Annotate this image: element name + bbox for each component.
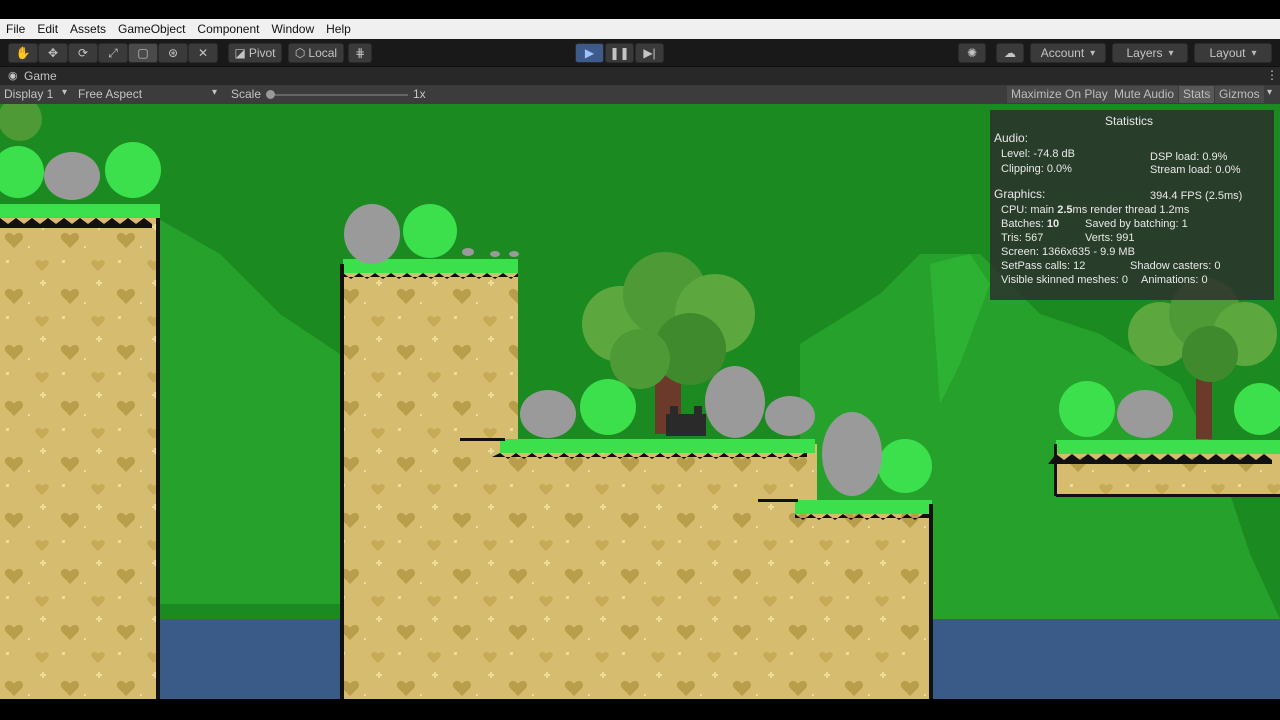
- tris-readout: Tris: 567: [1001, 232, 1044, 244]
- collab-button[interactable]: ✺: [958, 43, 986, 63]
- transform-icon: ⊛: [167, 46, 179, 60]
- menu-bar: File Edit Assets GameObject Component Wi…: [0, 19, 1280, 39]
- scale-tool-button[interactable]: ⤢: [98, 43, 128, 63]
- water-right: [932, 619, 1280, 699]
- transform-tool-button[interactable]: ⊛: [158, 43, 188, 63]
- screen-readout: Screen: 1366x635 - 9.9 MB: [1001, 246, 1135, 258]
- scale-icon: ⤢: [108, 46, 118, 60]
- pause-icon: ❚❚: [609, 46, 630, 60]
- scale-label: Scale: [231, 87, 262, 101]
- pivot-icon: ◪: [234, 46, 246, 60]
- dsp-load: DSP load: 0.9%: [1150, 151, 1228, 163]
- game-view-controls: Display 1 ▾ Free Aspect ▾ Scale 1x Maxim…: [0, 85, 1280, 104]
- account-label: Account: [1040, 46, 1085, 60]
- layout-dropdown[interactable]: Layout: [1194, 43, 1272, 63]
- layers-dropdown[interactable]: Layers: [1112, 43, 1188, 63]
- rotate-tool-button[interactable]: ⟳: [68, 43, 98, 63]
- bottom-bar: [0, 699, 1280, 720]
- play-button[interactable]: ▶: [575, 43, 604, 63]
- stream-load: Stream load: 0.0%: [1150, 164, 1241, 176]
- pivot-toggle[interactable]: ◪ Pivot: [228, 43, 282, 63]
- cpu-main-value: 2.5: [1057, 204, 1073, 216]
- graphics-header: Graphics:: [994, 187, 1046, 201]
- layers-label: Layers: [1126, 46, 1163, 60]
- scale-slider[interactable]: [266, 90, 408, 99]
- custom-tool-button[interactable]: ✕: [188, 43, 218, 63]
- hill-left: [150, 214, 340, 604]
- pause-button[interactable]: ❚❚: [605, 43, 634, 63]
- pivot-label: Pivot: [248, 46, 276, 60]
- saved-batching: Saved by batching: 1: [1085, 218, 1188, 230]
- local-label: Local: [308, 46, 338, 60]
- grid-icon: ⋕: [354, 46, 366, 60]
- unity-editor-window: File Edit Assets GameObject Component Wi…: [0, 0, 1280, 720]
- scale-value: 1x: [413, 87, 426, 101]
- aspect-chevron-icon: ▾: [212, 87, 218, 98]
- skinned-meshes: Visible skinned meshes: 0: [1001, 274, 1128, 286]
- cpu-prefix: CPU: main: [1001, 204, 1058, 216]
- audio-clipping: Clipping: 0.0%: [1001, 163, 1072, 175]
- mute-audio-toggle[interactable]: Mute Audio: [1110, 86, 1179, 103]
- menu-component[interactable]: Component: [197, 22, 259, 36]
- audio-header: Audio:: [994, 131, 1029, 145]
- shadow-casters: Shadow casters: 0: [1130, 260, 1221, 272]
- statistics-panel: Statistics Audio: Level: -74.8 dB Clippi…: [990, 110, 1274, 300]
- game-tab-icon: ◉: [8, 70, 18, 82]
- corner-tree: [0, 104, 42, 141]
- menu-gameobject[interactable]: GameObject: [118, 22, 185, 36]
- cpu-suffix: ms render thread 1.2ms: [1072, 204, 1190, 216]
- menu-file[interactable]: File: [6, 22, 25, 36]
- cube-icon: ⬡: [294, 46, 306, 60]
- water-left: [160, 619, 345, 699]
- aspect-dropdown[interactable]: Free Aspect: [78, 87, 142, 101]
- stats-title: Statistics: [1105, 114, 1154, 128]
- right-platform: [1048, 440, 1280, 497]
- move-icon: ✥: [47, 46, 59, 60]
- tab-menu-icon[interactable]: ⋮: [1266, 68, 1278, 82]
- audio-level: Level: -74.8 dB: [1001, 148, 1075, 160]
- batches-readout: Batches: 10: [1001, 218, 1059, 230]
- cloud-icon: ☁: [1004, 46, 1016, 60]
- scale-slider-handle[interactable]: [266, 90, 275, 99]
- batches-value: 10: [1046, 218, 1060, 230]
- hand-tool-button[interactable]: ✋: [8, 43, 38, 63]
- menu-assets[interactable]: Assets: [70, 22, 106, 36]
- display-dropdown[interactable]: Display 1: [4, 87, 53, 101]
- menu-help[interactable]: Help: [326, 22, 351, 36]
- main-toolbar: ✋ ✥ ⟳ ⤢ ▢ ⊛ ✕ ◪ Pivot ⬡ Local ⋕ ▶ ❚❚ ▶| ✺ …: [0, 39, 1280, 67]
- gizmos-chevron-icon[interactable]: ▾: [1267, 87, 1272, 98]
- account-dropdown[interactable]: Account: [1030, 43, 1106, 63]
- left-pillar: [0, 204, 160, 699]
- cloud-button[interactable]: ☁: [996, 43, 1024, 63]
- grid-snap-button[interactable]: ⋕: [348, 43, 372, 63]
- stats-toggle[interactable]: Stats: [1179, 86, 1215, 103]
- step-button[interactable]: ▶|: [635, 43, 664, 63]
- verts-readout: Verts: 991: [1085, 232, 1135, 244]
- layout-label: Layout: [1209, 46, 1246, 60]
- game-tab[interactable]: Game: [24, 69, 57, 83]
- gizmos-toggle[interactable]: Gizmos: [1215, 86, 1264, 103]
- local-toggle[interactable]: ⬡ Local: [288, 43, 344, 63]
- player-character: [666, 406, 706, 436]
- cpu-readout: CPU: main 2.5ms render thread 1.2ms: [1001, 204, 1189, 216]
- fps-readout: 394.4 FPS (2.5ms): [1150, 190, 1243, 202]
- tools-icon: ✕: [197, 46, 209, 60]
- game-tab-bar: ◉ Game ⋮: [0, 67, 1280, 85]
- step-icon: ▶|: [643, 46, 656, 60]
- menu-edit[interactable]: Edit: [37, 22, 58, 36]
- collab-icon: ✺: [966, 46, 978, 60]
- maximize-on-play-toggle[interactable]: Maximize On Play: [1007, 86, 1112, 103]
- play-icon: ▶: [584, 46, 595, 60]
- rect-icon: ▢: [137, 46, 149, 60]
- hand-icon: ✋: [15, 46, 31, 60]
- animations-readout: Animations: 0: [1141, 274, 1208, 286]
- setpass-readout: SetPass calls: 12: [1001, 260, 1086, 272]
- display-chevron-icon: ▾: [62, 87, 68, 98]
- batches-prefix: Batches:: [1001, 218, 1047, 230]
- rect-tool-button[interactable]: ▢: [128, 43, 158, 63]
- rotate-icon: ⟳: [77, 46, 89, 60]
- move-tool-button[interactable]: ✥: [38, 43, 68, 63]
- menu-window[interactable]: Window: [271, 22, 314, 36]
